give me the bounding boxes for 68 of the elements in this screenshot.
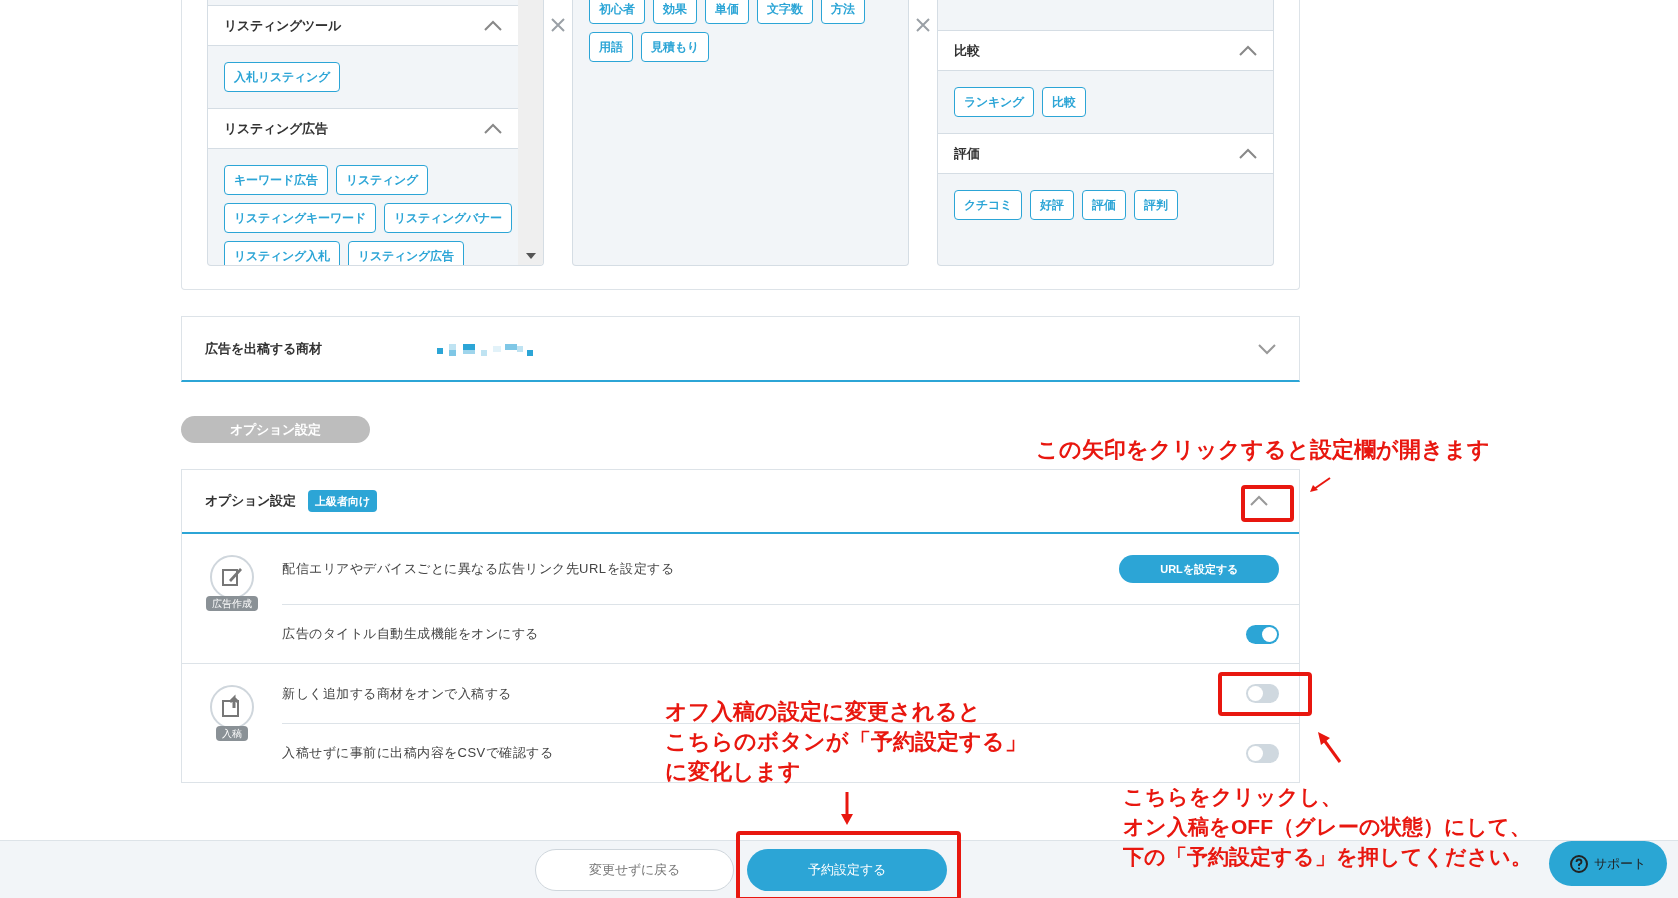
keyword-tag[interactable]: 方法 bbox=[820, 0, 865, 24]
group-title: リスティング広告 bbox=[224, 119, 328, 138]
url-button[interactable]: URLを設定する bbox=[1119, 555, 1279, 583]
option-label: 入稿せずに事前に出稿内容をCSVで確認する bbox=[282, 744, 554, 763]
annotation-text: オフ入稿の設定に変更されると bbox=[665, 698, 981, 726]
keyword-tag[interactable]: リスティングキーワード bbox=[224, 203, 376, 233]
scrollbar[interactable] bbox=[518, 0, 544, 265]
keyword-tag[interactable]: 単価 bbox=[704, 0, 749, 24]
annotation-text: こちらをクリックし、 bbox=[1123, 784, 1342, 810]
chevron-up-icon[interactable] bbox=[1239, 147, 1257, 160]
keyword-tag[interactable]: 好評 bbox=[1029, 190, 1074, 220]
annotation-text: この矢印をクリックすると設定欄が開きます bbox=[1036, 436, 1490, 464]
help-icon bbox=[1570, 854, 1588, 873]
close-icon[interactable] bbox=[915, 18, 930, 32]
keyword-tag[interactable]: 用語 bbox=[588, 32, 633, 62]
scroll-down-icon[interactable] bbox=[525, 253, 536, 259]
back-button[interactable]: 変更せずに戻る bbox=[535, 849, 734, 891]
keyword-tag[interactable]: リスティングバナー bbox=[384, 203, 512, 233]
keyword-tag[interactable]: 効果 bbox=[652, 0, 697, 24]
arrow-drawing bbox=[841, 792, 853, 826]
toggle-switch[interactable] bbox=[1246, 743, 1279, 763]
keyword-tag[interactable]: 文字数 bbox=[756, 0, 813, 24]
keyword-tag[interactable]: 初心者 bbox=[588, 0, 645, 24]
keyword-tag[interactable]: キーワード広告 bbox=[224, 165, 328, 195]
group-title: 比較 bbox=[953, 41, 980, 60]
group-header[interactable]: リスティングツール bbox=[208, 5, 519, 46]
keyword-tag[interactable]: リスティング bbox=[336, 165, 428, 195]
category-label: 入稿 bbox=[216, 726, 248, 741]
keyword-tag[interactable]: クチコミ bbox=[953, 190, 1022, 220]
reserve-button[interactable]: 予約設定する bbox=[747, 849, 947, 891]
option-pill: オプション設定 bbox=[181, 416, 370, 443]
keyword-tag[interactable]: リスティング入札 bbox=[224, 241, 340, 265]
keyword-tag[interactable]: ランキング bbox=[953, 87, 1034, 117]
group-title: リスティングツール bbox=[224, 16, 341, 35]
group-title: 評価 bbox=[953, 144, 980, 163]
chevron-up-icon[interactable] bbox=[1250, 495, 1268, 507]
section-title: 広告を出稿する商材 bbox=[205, 339, 323, 358]
close-icon[interactable] bbox=[551, 18, 565, 32]
annotation-text: オン入稿をOFF（グレーの状態）にして、 bbox=[1123, 814, 1531, 840]
option-label: 新しく追加する商材をオンで入稿する bbox=[282, 684, 512, 703]
toggle-switch[interactable] bbox=[1246, 684, 1279, 703]
keyword-tag[interactable]: 評価 bbox=[1081, 190, 1126, 220]
group-header[interactable]: 比較 bbox=[937, 30, 1273, 71]
toggle-switch[interactable] bbox=[1246, 624, 1279, 644]
group-header[interactable]: リスティング広告 bbox=[208, 108, 519, 149]
keyword-tag[interactable]: 入札リスティング bbox=[224, 62, 340, 92]
annotation-text: に変化します bbox=[665, 758, 801, 786]
category-label: 広告作成 bbox=[206, 596, 258, 611]
keyword-tag[interactable]: リスティング広告 bbox=[348, 241, 464, 265]
keyword-tag[interactable]: 評判 bbox=[1133, 190, 1178, 220]
annotation-text: こちらのボタンが「予約設定する」 bbox=[665, 728, 1027, 756]
option-label: 配信エリアやデバイスごとに異なる広告リンク先URLを設定する bbox=[282, 560, 674, 579]
keyword-tag[interactable]: 比較 bbox=[1041, 87, 1086, 117]
chevron-up-icon[interactable] bbox=[1239, 44, 1257, 57]
group-header[interactable]: 評価 bbox=[937, 133, 1273, 174]
level-badge: 上級者向け bbox=[308, 490, 377, 512]
arrow-drawing bbox=[1308, 476, 1332, 494]
section-title: オプション設定 bbox=[205, 492, 296, 511]
annotation-text: 下の「予約設定する」を押してください。 bbox=[1123, 844, 1532, 870]
chevron-down-icon[interactable] bbox=[1258, 342, 1276, 355]
keyword-tag[interactable]: 見積もり bbox=[640, 32, 709, 62]
chevron-up-icon[interactable] bbox=[484, 19, 503, 32]
chevron-up-icon[interactable] bbox=[484, 122, 503, 135]
support-button[interactable]: サポート bbox=[1549, 841, 1667, 886]
highlight-frame bbox=[1241, 485, 1294, 522]
section-header[interactable]: 広告を出稿する商材 bbox=[181, 316, 1300, 382]
option-label: 広告のタイトル自動生成機能をオンにする bbox=[282, 625, 539, 644]
arrow-drawing bbox=[1316, 730, 1342, 764]
